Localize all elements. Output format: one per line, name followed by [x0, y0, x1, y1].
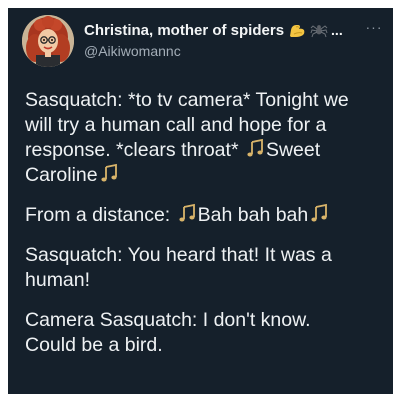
avatar-image: [22, 15, 74, 67]
tweet-line: From a distance: ♫ Bah bah bah ♫: [25, 203, 387, 228]
tweet-line: Camera Sasquatch: I don't know.: [25, 308, 387, 333]
music-note-icon: ♫: [176, 203, 198, 225]
tweet-line: will try a human call and hope for a: [25, 113, 387, 138]
display-name-ellipsis: ...: [331, 22, 343, 38]
tweet-paragraph: Sasquatch: *to tv camera* Tonight we wil…: [25, 88, 387, 188]
tweet-author: Christina, mother of spiders ... @Aikiwo…: [84, 20, 374, 60]
tweet-text-segment: From a distance:: [25, 204, 176, 226]
svg-text:♫: ♫: [308, 203, 309, 204]
tweet-paragraph: Sasquatch: You heard that! It was a huma…: [25, 243, 387, 293]
tweet-text-segment: human!: [25, 269, 91, 291]
more-icon[interactable]: ···: [364, 20, 384, 34]
tweet-text-segment: Sasquatch: *to tv camera* Tonight we: [25, 89, 349, 111]
tweet-text-segment: will try a human call and hope for a: [25, 114, 327, 136]
flexed-biceps-emoji-icon: [288, 22, 306, 38]
tweet-text-segment: Sweet: [265, 139, 321, 161]
tweet-paragraph: From a distance: ♫ Bah bah bah ♫: [25, 203, 387, 228]
tweet-line: Caroline ♫: [25, 163, 387, 188]
tweet-text-segment: Could be a bird.: [25, 334, 163, 356]
display-name-row[interactable]: Christina, mother of spiders ...: [84, 20, 374, 40]
tweet-line: Sasquatch: You heard that! It was a: [25, 243, 387, 268]
tweet-card: Christina, mother of spiders ... @Aikiwo…: [8, 8, 393, 394]
spider-emoji-icon: [310, 22, 328, 38]
tweet-text: Sasquatch: *to tv camera* Tonight we wil…: [25, 88, 387, 373]
tweet-text-segment: Sasquatch: You heard that! It was a: [25, 244, 332, 266]
tweet-text-segment: Bah bah bah: [197, 204, 309, 226]
tweet-text-segment: Camera Sasquatch: I don't know.: [25, 309, 311, 331]
svg-text:♫: ♫: [244, 138, 245, 139]
tweet-line: human!: [25, 268, 387, 293]
tweet-header: Christina, mother of spiders ... @Aikiwo…: [8, 8, 393, 78]
user-handle[interactable]: @Aikiwomannc: [84, 43, 374, 59]
music-note-icon: ♫: [98, 163, 120, 185]
tweet-line: Sasquatch: *to tv camera* Tonight we: [25, 88, 387, 113]
tweet-text-segment: Caroline: [25, 164, 98, 186]
display-name[interactable]: Christina, mother of spiders: [84, 22, 284, 39]
svg-text:♫: ♫: [98, 163, 99, 164]
tweet-paragraph: Camera Sasquatch: I don't know. Could be…: [25, 308, 387, 358]
svg-text:♫: ♫: [176, 203, 177, 204]
tweet-line: Could be a bird.: [25, 333, 387, 358]
tweet-line: response. *clears throat* ♫ Sweet: [25, 138, 387, 163]
music-note-icon: ♫: [244, 138, 266, 160]
tweet-text-segment: response. *clears throat*: [25, 139, 244, 161]
avatar[interactable]: [22, 15, 74, 67]
music-note-icon: ♫: [308, 203, 330, 225]
